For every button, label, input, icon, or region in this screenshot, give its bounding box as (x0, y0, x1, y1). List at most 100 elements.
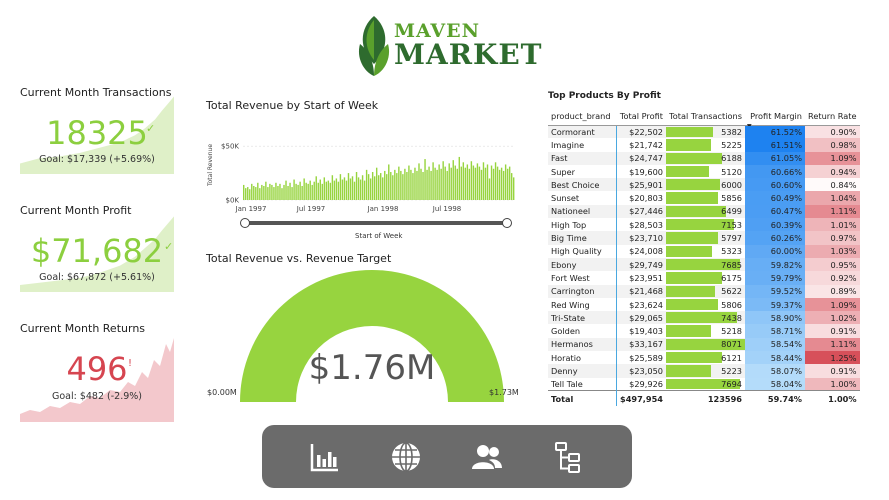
revenue-bar[interactable] (450, 167, 452, 200)
revenue-bar[interactable] (279, 183, 281, 200)
revenue-bar[interactable] (412, 173, 414, 200)
revenue-bar[interactable] (243, 184, 245, 200)
revenue-bar[interactable] (462, 162, 465, 200)
revenue-bar[interactable] (380, 173, 382, 200)
revenue-bar[interactable] (317, 182, 319, 200)
revenue-bar[interactable] (504, 164, 507, 200)
revenue-bar[interactable] (295, 183, 297, 200)
revenue-bar[interactable] (289, 182, 291, 200)
revenue-bar[interactable] (494, 162, 497, 200)
revenue-bar[interactable] (333, 180, 336, 200)
table-row[interactable]: Cormorant $22,502 5382 61.52% 0.90% (548, 125, 860, 139)
revenue-bar[interactable] (305, 182, 307, 200)
table-row[interactable]: Carrington $21,468 5622 59.52% 0.89% (548, 284, 860, 298)
revenue-bar[interactable] (392, 175, 394, 200)
revenue-bar[interactable] (287, 186, 289, 200)
table-row[interactable]: Super $19,600 5120 60.66% 0.94% (548, 164, 860, 179)
revenue-bar[interactable] (512, 177, 515, 200)
revenue-bar[interactable] (388, 164, 390, 200)
table-row[interactable]: Golden $19,403 5218 58.71% 0.91% (548, 324, 860, 338)
revenue-bar[interactable] (359, 179, 362, 200)
revenue-bar[interactable] (377, 175, 380, 200)
revenue-bar[interactable] (506, 168, 509, 200)
revenue-bar[interactable] (502, 170, 505, 200)
revenue-bar[interactable] (335, 178, 338, 200)
revenue-bar[interactable] (301, 186, 303, 200)
revenue-bar[interactable] (422, 172, 424, 200)
revenue-bar[interactable] (277, 186, 279, 200)
revenue-bar[interactable] (460, 166, 463, 200)
revenue-bar[interactable] (496, 166, 499, 200)
revenue-bar[interactable] (361, 175, 364, 200)
revenue-bar[interactable] (249, 189, 251, 200)
revenue-bar[interactable] (299, 181, 301, 200)
table-row[interactable]: Best Choice $25,901 6000 60.60% 0.84% (548, 178, 860, 192)
revenue-bar[interactable] (382, 177, 384, 200)
column-header-margin[interactable]: Profit Margin▼ (745, 108, 805, 130)
revenue-bar[interactable] (488, 178, 491, 200)
revenue-bar[interactable] (291, 187, 293, 200)
slider-handle-start[interactable] (240, 218, 250, 228)
revenue-bar[interactable] (400, 170, 402, 200)
revenue-bar[interactable] (275, 182, 277, 200)
table-row[interactable]: Tell Tale $29,926 7694 58.04% 1.00% (548, 377, 860, 391)
revenue-bar[interactable] (355, 172, 358, 200)
table-row[interactable]: Imagine $21,742 5225 61.51% 0.98% (548, 138, 860, 152)
revenue-bar[interactable] (484, 167, 487, 200)
revenue-bar[interactable] (436, 169, 438, 200)
revenue-bar[interactable] (428, 166, 430, 200)
revenue-bar[interactable] (319, 179, 321, 200)
revenue-bar[interactable] (283, 184, 285, 200)
revenue-bar[interactable] (357, 177, 360, 200)
revenue-bar[interactable] (430, 170, 432, 200)
revenue-bar[interactable] (255, 187, 257, 200)
table-row[interactable]: Denny $23,050 5223 58.07% 0.91% (548, 364, 860, 378)
date-range-slider[interactable] (240, 218, 512, 228)
revenue-bar[interactable] (432, 162, 434, 200)
revenue-bar[interactable] (327, 180, 330, 200)
table-row[interactable]: Nationeel $27,446 6499 60.47% 1.11% (548, 204, 860, 219)
table-row[interactable]: Tri-State $29,065 7438 58.90% 1.02% (548, 311, 860, 325)
revenue-bar[interactable] (323, 177, 326, 200)
revenue-bar[interactable] (367, 174, 370, 200)
table-row[interactable]: Fort West $23,951 6175 59.79% 0.92% (548, 271, 860, 285)
revenue-bar[interactable] (410, 169, 412, 200)
revenue-bar[interactable] (373, 176, 376, 200)
table-row[interactable]: Big Time $23,710 5797 60.26% 0.97% (548, 231, 860, 245)
revenue-bar[interactable] (273, 187, 275, 200)
revenue-bar[interactable] (331, 175, 334, 200)
revenue-bar[interactable] (464, 167, 467, 200)
revenue-bar[interactable] (472, 165, 475, 200)
revenue-bar[interactable] (267, 187, 269, 200)
table-row[interactable]: High Top $28,503 7153 60.39% 1.01% (548, 218, 860, 232)
revenue-bar[interactable] (394, 169, 396, 200)
revenue-bar[interactable] (452, 160, 454, 200)
revenue-bar[interactable] (424, 159, 426, 200)
revenue-bar[interactable] (418, 163, 420, 200)
column-header-return-rate[interactable]: Return Rate (805, 108, 860, 126)
revenue-bar[interactable] (390, 172, 392, 200)
revenue-bar[interactable] (442, 161, 444, 200)
revenue-bar[interactable] (458, 156, 460, 200)
revenue-bar[interactable] (508, 166, 511, 200)
revenue-bar[interactable] (339, 174, 342, 200)
revenue-bar[interactable] (315, 176, 317, 200)
bar-chart-icon[interactable] (309, 441, 341, 473)
revenue-bar[interactable] (510, 173, 513, 200)
revenue-bar[interactable] (416, 170, 418, 200)
top-products-table[interactable]: product_brand Total Profit Total Transac… (548, 108, 860, 406)
revenue-bar[interactable] (454, 165, 456, 200)
revenue-bar[interactable] (365, 169, 368, 200)
revenue-bar[interactable] (402, 174, 404, 200)
revenue-bar[interactable] (384, 170, 386, 200)
hierarchy-icon[interactable] (552, 441, 584, 473)
revenue-bar[interactable] (468, 168, 471, 200)
revenue-bar[interactable] (345, 180, 348, 200)
revenue-bar[interactable] (303, 178, 305, 200)
revenue-bar[interactable] (263, 186, 265, 200)
revenue-bar[interactable] (371, 172, 374, 200)
revenue-bar[interactable] (321, 183, 323, 200)
revenue-bar[interactable] (466, 164, 469, 200)
revenue-bar[interactable] (309, 180, 311, 200)
revenue-bar[interactable] (375, 167, 378, 200)
